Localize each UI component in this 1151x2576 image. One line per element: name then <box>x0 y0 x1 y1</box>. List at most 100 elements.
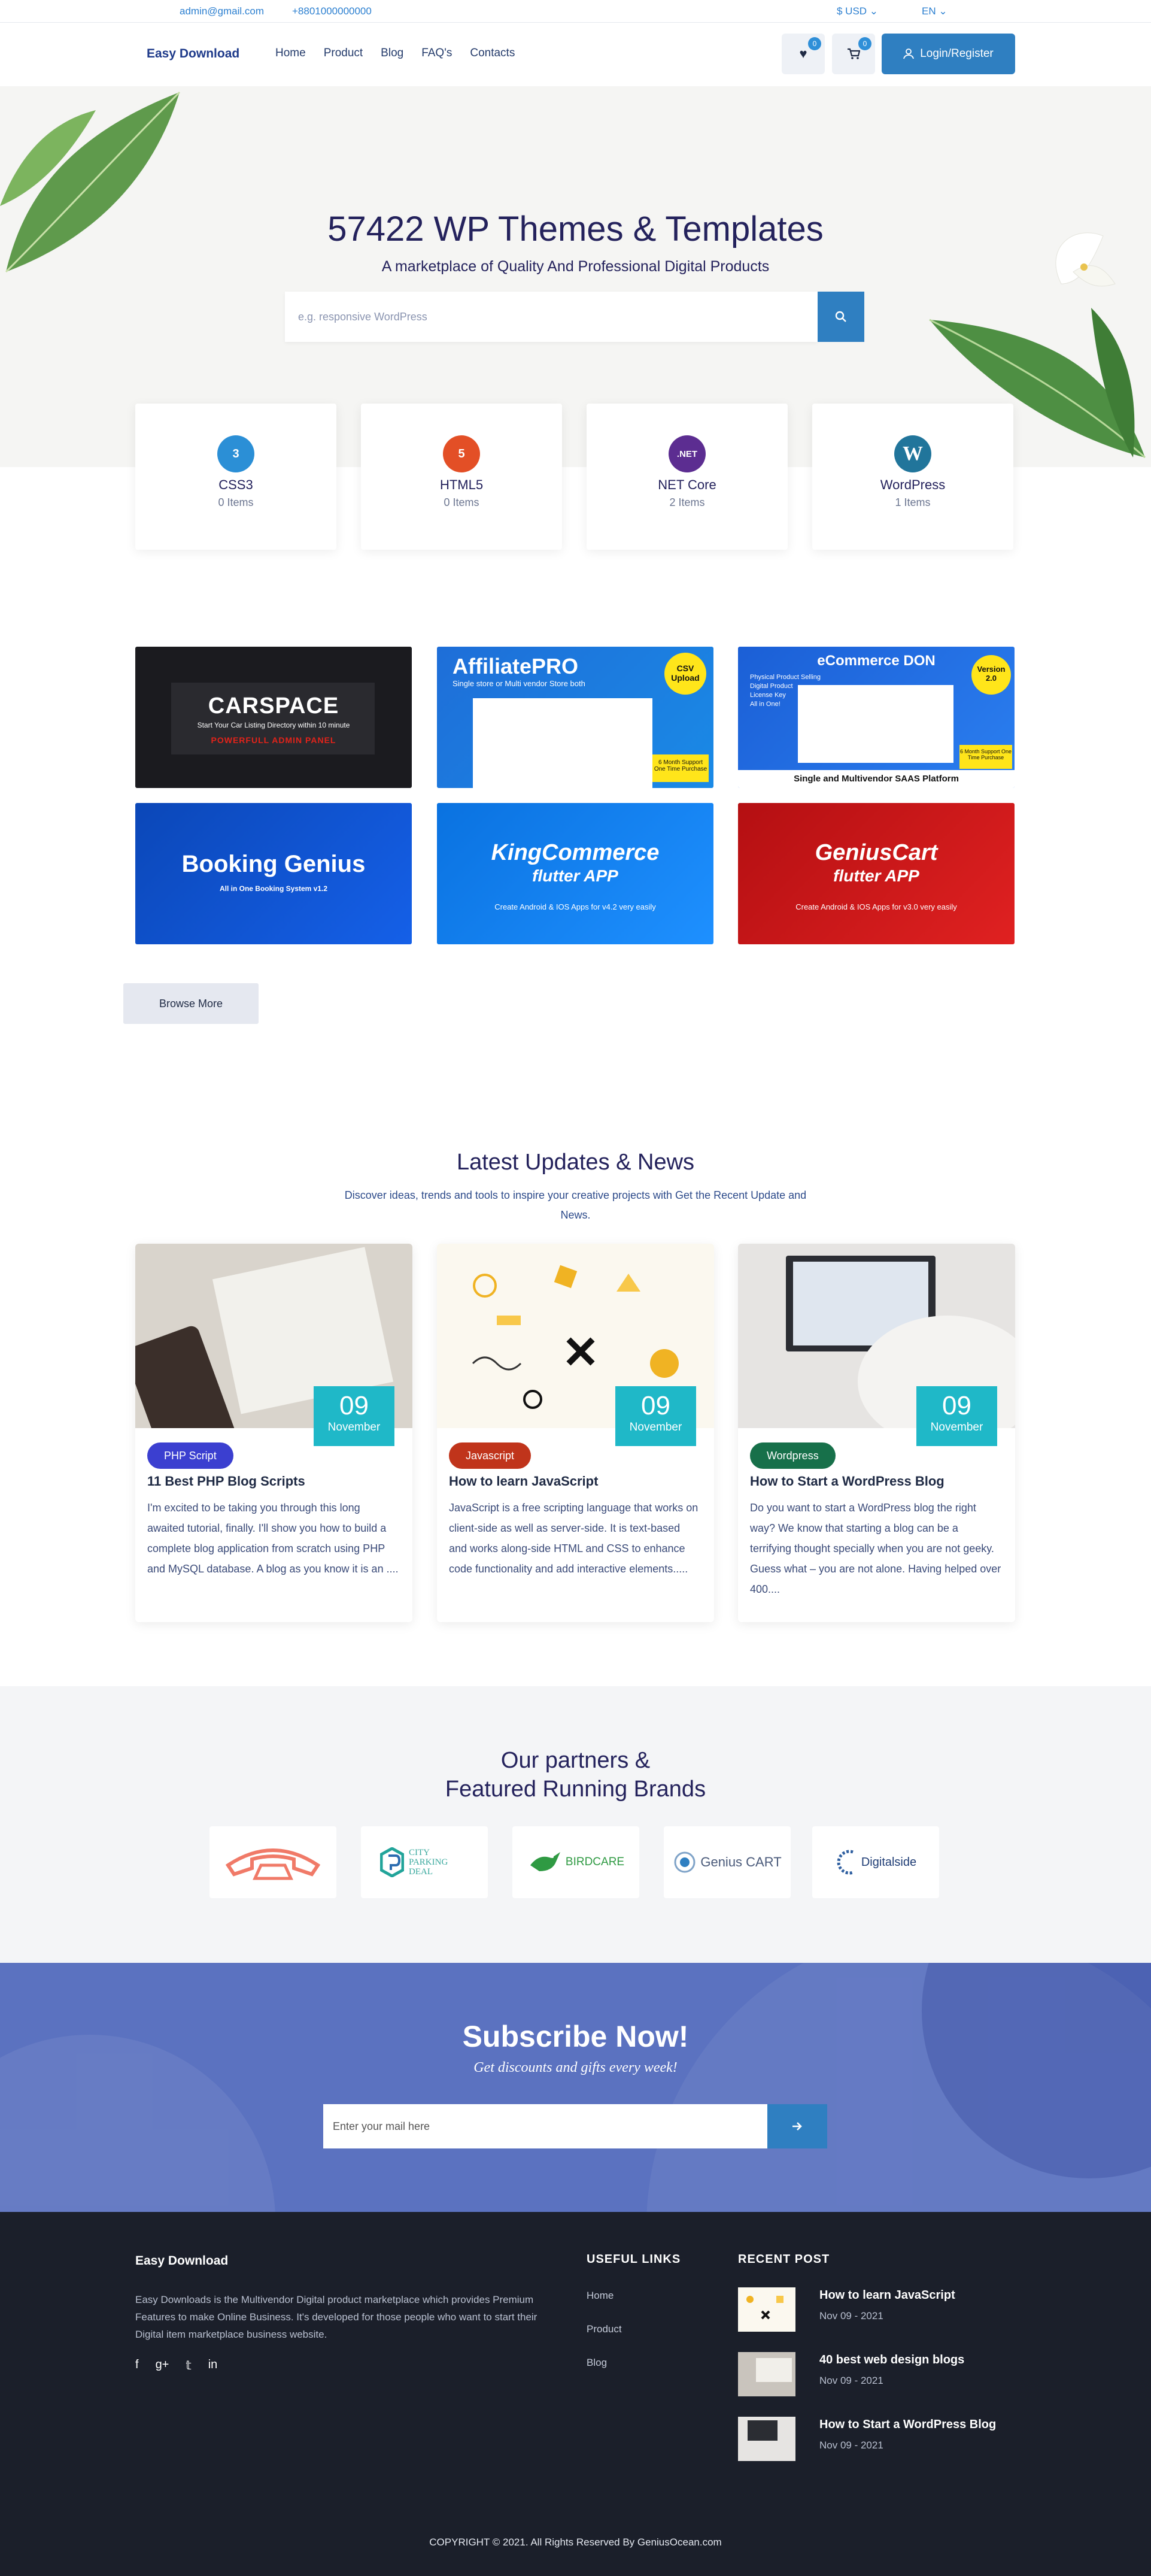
contact-email[interactable]: admin@gmail.com <box>180 5 264 17</box>
news-title[interactable]: How to learn JavaScript <box>449 1474 598 1489</box>
recent-post-date: Nov 09 - 2021 <box>819 2375 883 2386</box>
arrow-right-icon <box>792 2122 802 2130</box>
phone-shape <box>135 1323 238 1428</box>
news-excerpt: Do you want to start a WordPress blog th… <box>750 1502 1001 1595</box>
category-name: WordPress <box>880 477 946 492</box>
category-card-wordpress[interactable]: W WordPress 1 Items <box>812 404 1013 550</box>
news-card[interactable]: 09 November Wordpress How to Start a Wor… <box>738 1244 1015 1622</box>
category-count: 1 Items <box>895 496 931 508</box>
facebook-icon[interactable]: f <box>135 2358 139 2373</box>
category-count: 0 Items <box>444 496 479 508</box>
product-subtitle: Single and Multivendor SAAS Platform <box>738 770 1015 788</box>
recent-post-date: Nov 09 - 2021 <box>819 2439 883 2451</box>
nav-blog[interactable]: Blog <box>381 47 403 60</box>
partner-logo[interactable]: CITY PARKING DEAL <box>361 1826 488 1898</box>
category-name: NET Core <box>658 477 716 492</box>
linkedin-icon[interactable]: in <box>208 2358 218 2373</box>
cart-button[interactable]: 0 <box>832 34 875 74</box>
recent-post-title: RECENT POST <box>738 2253 830 2266</box>
date-month: November <box>629 1421 682 1434</box>
recent-post-date: Nov 09 - 2021 <box>819 2310 883 2322</box>
footer-link-home[interactable]: Home <box>587 2290 614 2302</box>
partner-logo[interactable]: Genius CART <box>664 1826 791 1898</box>
category-count: 0 Items <box>218 496 254 508</box>
recent-post-thumb <box>738 2352 795 2396</box>
html5-icon: 5 <box>443 435 480 472</box>
subscribe-button[interactable] <box>767 2104 827 2148</box>
date-day: 09 <box>339 1391 369 1420</box>
thumb-shape <box>756 2358 792 2382</box>
footer-link-product[interactable]: Product <box>587 2323 622 2335</box>
product-affiliatepro[interactable]: AffiliatePRO Single store or Multi vendo… <box>437 647 713 788</box>
partner-logo[interactable] <box>209 1826 336 1898</box>
date-badge: 09 November <box>615 1386 696 1446</box>
partner-logo[interactable]: BIRDCARE <box>512 1826 639 1898</box>
news-tag[interactable]: Wordpress <box>750 1442 836 1469</box>
wishlist-button[interactable]: ♥ 0 <box>782 34 825 74</box>
nav-product[interactable]: Product <box>324 47 363 60</box>
css3-icon: 3 <box>217 435 254 472</box>
product-ecommerce-don[interactable]: eCommerce DON Physical Product Selling D… <box>738 647 1015 788</box>
product-subtitle: Start Your Car Listing Directory within … <box>197 721 350 729</box>
twitter-icon[interactable]: 𝕥 <box>186 2358 191 2373</box>
product-kingcommerce[interactable]: KingCommerce flutter APP Create Android … <box>437 803 713 944</box>
phone-brand-logo <box>225 1848 321 1880</box>
category-card-css3[interactable]: 3 CSS3 0 Items <box>135 404 336 550</box>
login-label: Login/Register <box>920 47 994 60</box>
category-card-html5[interactable]: 5 HTML5 0 Items <box>361 404 562 550</box>
site-logo[interactable]: Easy Download <box>147 47 239 61</box>
partner-name: Genius CART <box>700 1854 782 1869</box>
wishlist-count-badge: 0 <box>808 37 821 50</box>
partner-logo[interactable]: Digitalside <box>812 1826 939 1898</box>
nav-faqs[interactable]: FAQ's <box>421 47 452 60</box>
product-screenshot <box>798 685 953 763</box>
news-excerpt: JavaScript is a free scripting language … <box>449 1502 699 1575</box>
news-card[interactable]: 09 November Javascript How to learn Java… <box>437 1244 714 1622</box>
recent-post-item[interactable]: 40 best web design blogs Nov 09 - 2021 <box>738 2352 1037 2399</box>
news-card[interactable]: 09 November PHP Script 11 Best PHP Blog … <box>135 1244 412 1622</box>
footer-link-blog[interactable]: Blog <box>587 2357 607 2369</box>
search-icon <box>835 311 846 322</box>
recent-post-title[interactable]: 40 best web design blogs <box>819 2353 964 2367</box>
recent-post-title[interactable]: How to learn JavaScript <box>819 2289 955 2302</box>
subscribe-email-input[interactable] <box>323 2104 767 2148</box>
user-icon <box>903 49 915 59</box>
product-booking-genius[interactable]: Booking Genius All in One Booking System… <box>135 803 412 944</box>
search-input[interactable] <box>285 292 818 342</box>
contact-phone[interactable]: +8801000000000 <box>292 5 372 17</box>
product-geniuscart[interactable]: GeniusCart flutter APP Create Android & … <box>738 803 1015 944</box>
product-subtitle: Create Android & IOS Apps for v4.2 very … <box>494 902 656 911</box>
product-subtitle: Create Android & IOS Apps for v3.0 very … <box>795 902 957 911</box>
product-tagline: POWERFULL ADMIN PANEL <box>211 735 336 745</box>
product-title-2: flutter APP <box>532 866 618 885</box>
recent-post-item[interactable]: How to learn JavaScript Nov 09 - 2021 <box>738 2287 1037 2334</box>
browse-more-button[interactable]: Browse More <box>123 983 259 1024</box>
nav-home[interactable]: Home <box>275 47 306 60</box>
subscribe-desc: Get discounts and gifts every week! <box>473 2060 678 2075</box>
main-header: Easy Download Home Product Blog FAQ's Co… <box>0 23 1151 86</box>
feature-item: Physical Product Selling <box>750 674 821 681</box>
currency-select[interactable]: $ USD ⌄ <box>837 5 878 17</box>
search-button[interactable] <box>818 292 864 342</box>
partner-name: Digitalside <box>861 1855 917 1869</box>
login-register-button[interactable]: Login/Register <box>882 34 1015 74</box>
recent-post-title[interactable]: How to Start a WordPress Blog <box>819 2418 996 2432</box>
recent-post-item[interactable]: How to Start a WordPress Blog Nov 09 - 2… <box>738 2417 1037 2463</box>
parking-brand-logo <box>380 1847 404 1877</box>
language-select[interactable]: EN ⌄ <box>922 5 947 17</box>
date-badge: 09 November <box>314 1386 394 1446</box>
product-title-2: flutter APP <box>833 866 919 885</box>
news-title[interactable]: 11 Best PHP Blog Scripts <box>147 1474 305 1489</box>
product-title: AffiliatePRO <box>452 654 579 678</box>
category-card-netcore[interactable]: .NET NET Core 2 Items <box>587 404 788 550</box>
news-tag[interactable]: Javascript <box>449 1442 532 1469</box>
date-badge: 09 November <box>916 1386 997 1446</box>
news-title[interactable]: How to Start a WordPress Blog <box>750 1474 945 1489</box>
product-screenshot <box>473 698 652 788</box>
news-tag[interactable]: PHP Script <box>147 1442 233 1469</box>
product-carspace[interactable]: CARSPACE Start Your Car Listing Director… <box>135 647 412 788</box>
nav-contacts[interactable]: Contacts <box>470 47 515 60</box>
recent-post-thumb <box>738 2417 795 2461</box>
recent-post-thumb <box>738 2287 795 2332</box>
google-plus-icon[interactable]: g+ <box>156 2358 169 2373</box>
